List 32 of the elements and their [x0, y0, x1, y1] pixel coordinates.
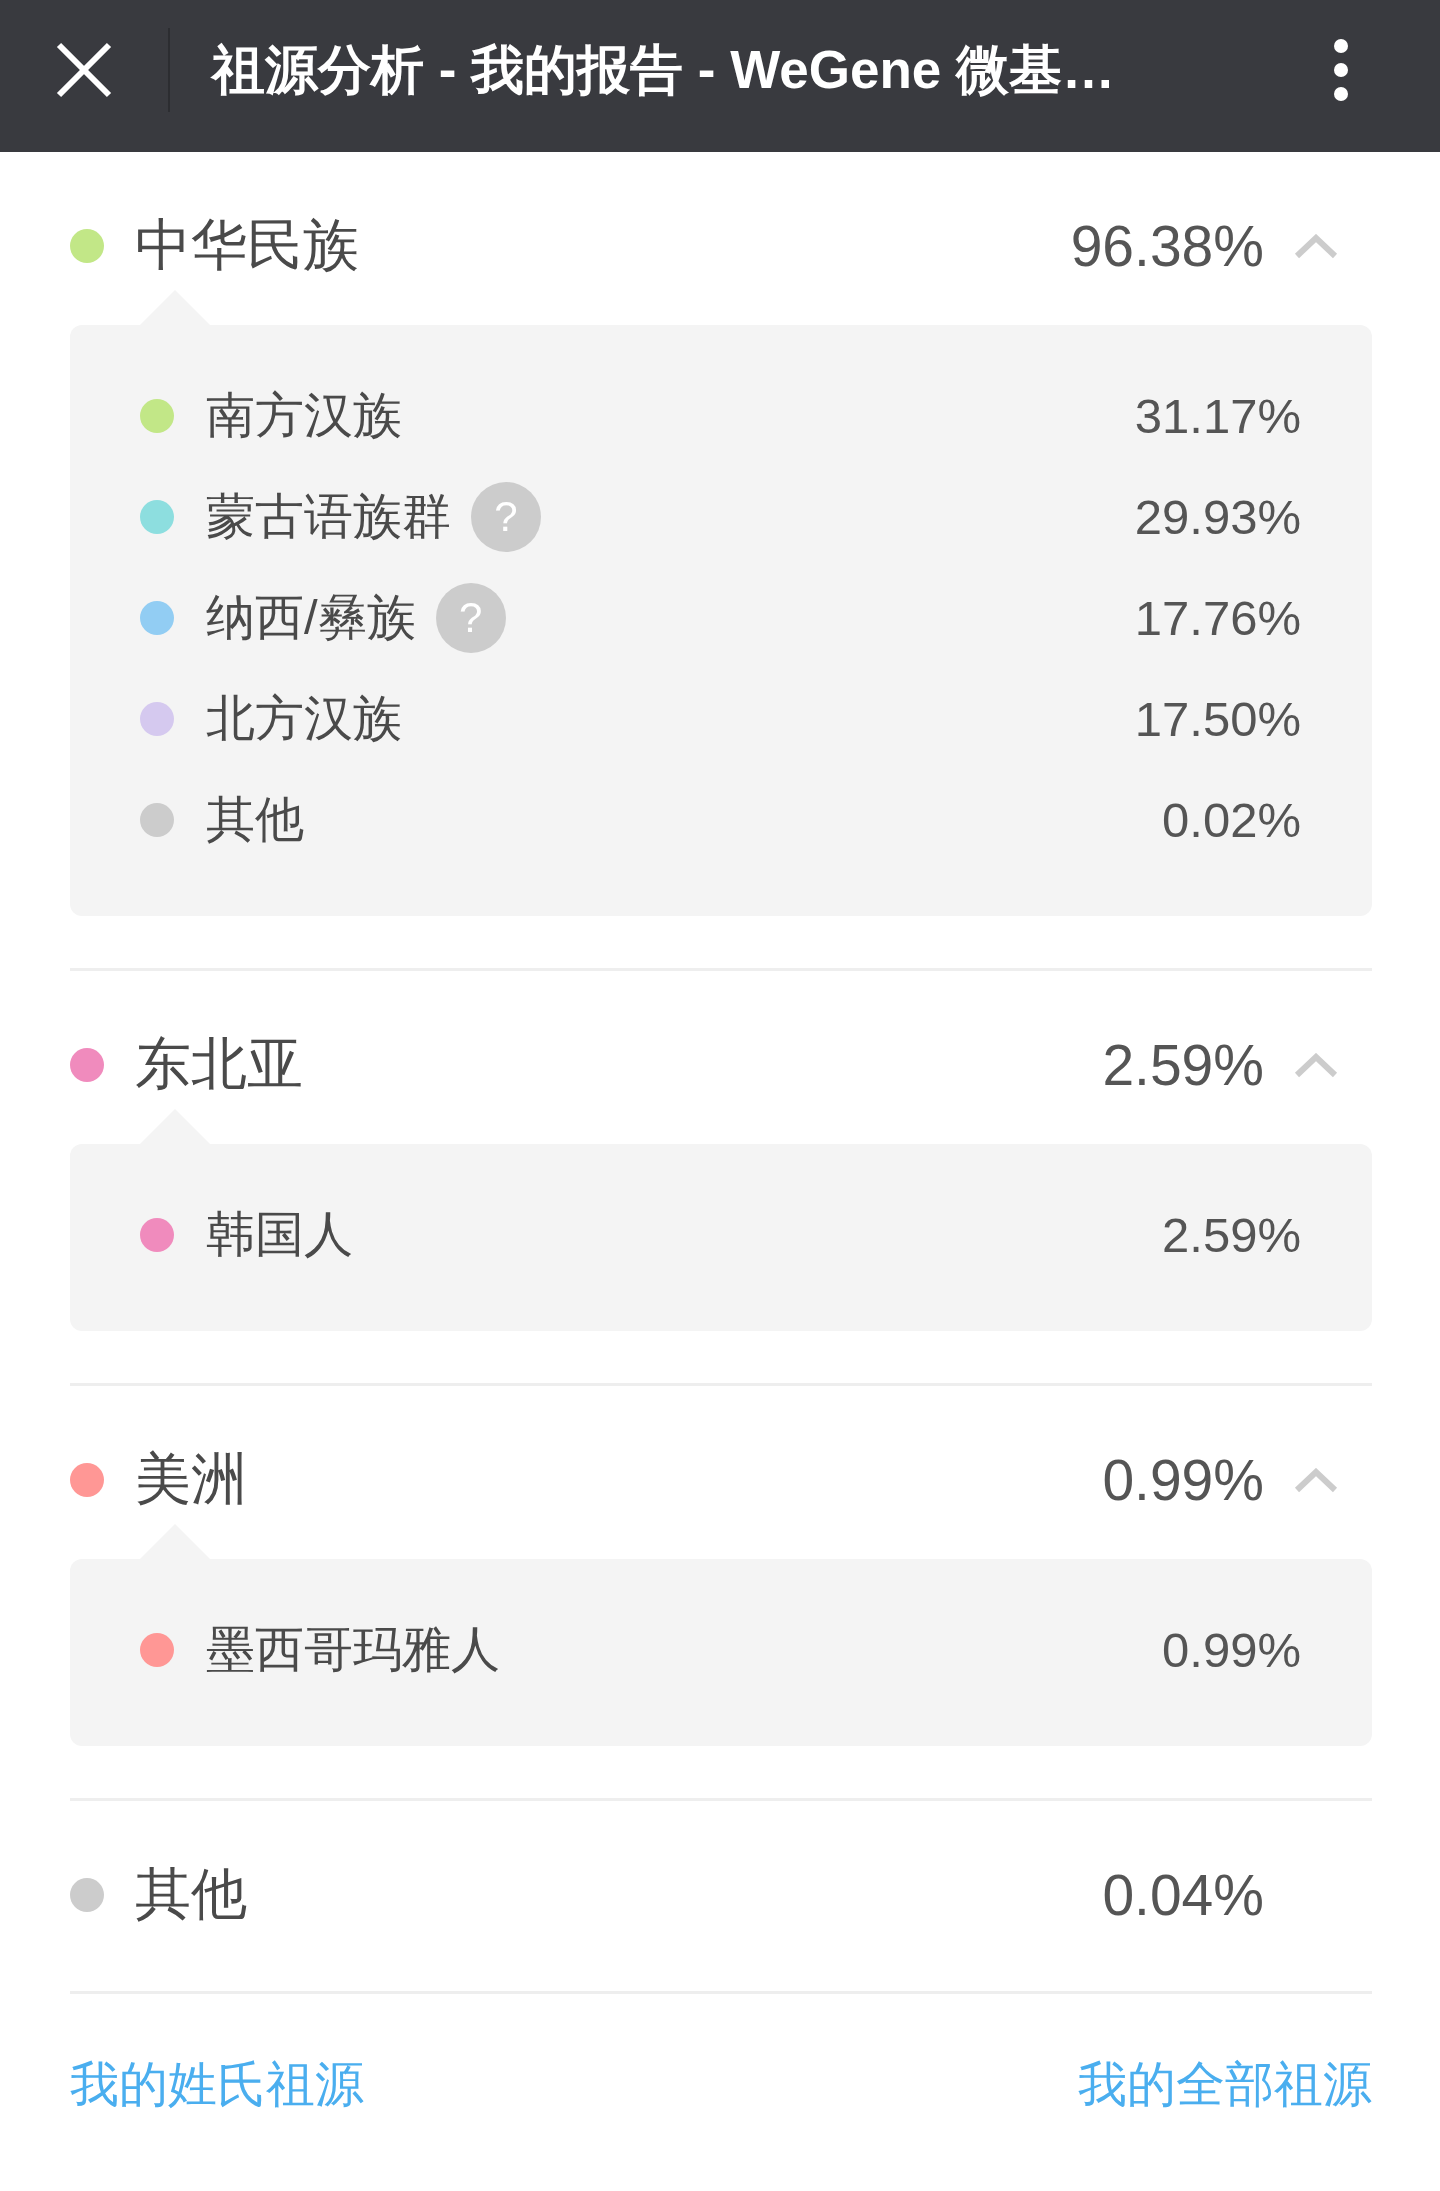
group-label: 中华民族 [135, 212, 359, 278]
region-label: 韩国人 [206, 1205, 353, 1263]
region-percent: 0.99% [1162, 1621, 1301, 1678]
group-percent: 0.99% [1102, 1447, 1264, 1513]
more-options-icon[interactable] [1334, 39, 1348, 101]
group-percent: 96.38% [1070, 213, 1264, 279]
region-percent: 2.59% [1162, 1206, 1301, 1263]
help-button[interactable]: ? [471, 481, 541, 552]
group-percent: 2.59% [1102, 1032, 1264, 1098]
region-label: 蒙古语族群 [206, 487, 451, 545]
chevron-icon[interactable] [1294, 233, 1338, 259]
help-button[interactable]: ? [435, 582, 506, 653]
region-label: 其他 [206, 790, 304, 848]
group-label: 其他 [135, 1861, 247, 1927]
footer-link[interactable]: 我的姓氏祖源 [70, 2054, 364, 2114]
region-percent: 17.76% [1134, 589, 1301, 646]
group-label: 美洲 [135, 1446, 247, 1512]
region-percent: 17.50% [1134, 690, 1301, 747]
chevron-icon[interactable] [1294, 1052, 1338, 1078]
region-percent: 31.17% [1134, 387, 1301, 444]
chevron-icon[interactable] [1294, 1467, 1338, 1493]
footer-link[interactable]: 我的全部祖源 [1078, 2054, 1372, 2114]
region-label: 纳西/彝族 [206, 588, 416, 646]
region-percent: 29.93% [1134, 488, 1301, 545]
region-percent: 0.02% [1162, 791, 1301, 848]
region-label: 南方汉族 [206, 386, 402, 444]
close-icon[interactable] [56, 42, 112, 98]
region-label: 北方汉族 [206, 689, 402, 747]
region-label: 墨西哥玛雅人 [206, 1620, 500, 1678]
group-percent: 0.04% [1102, 1862, 1264, 1928]
group-label: 东北亚 [135, 1031, 303, 1097]
page-title: 祖源分析 - 我的报告 - WeGene 微基… [212, 39, 1117, 101]
